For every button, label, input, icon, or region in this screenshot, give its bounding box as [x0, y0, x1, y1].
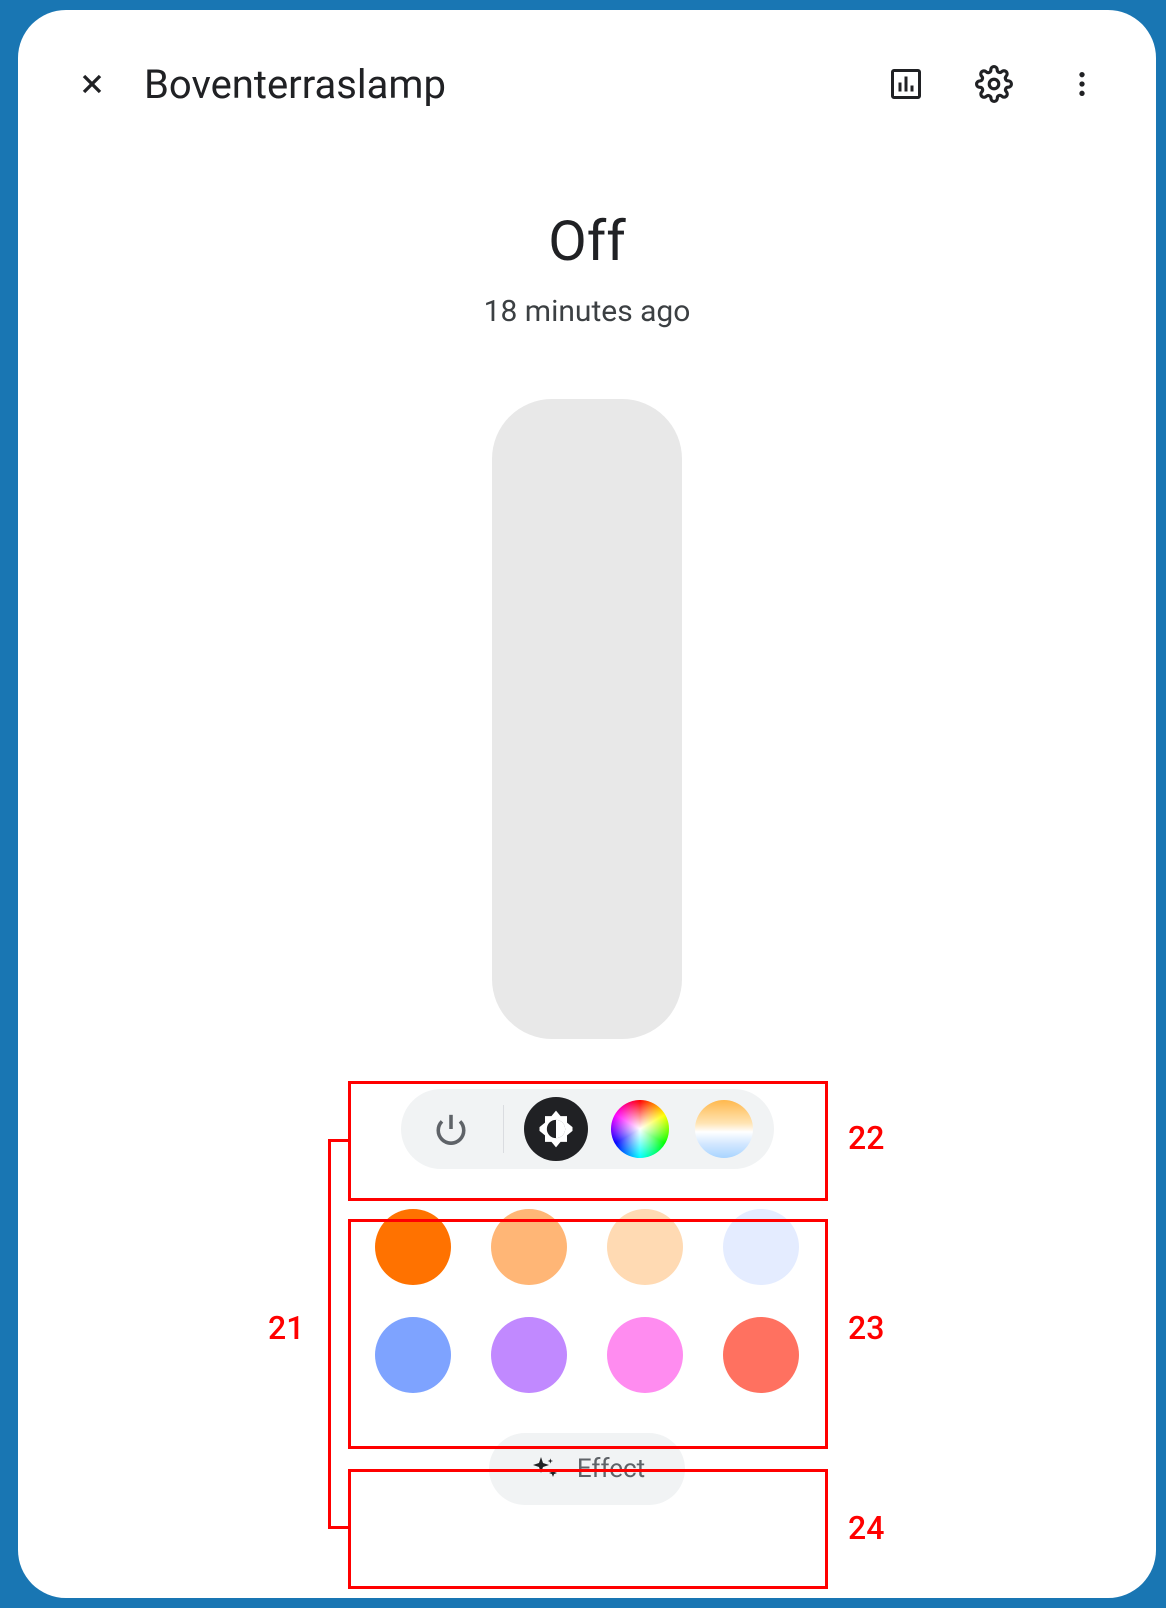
- color-preset-3[interactable]: [607, 1209, 683, 1285]
- brightness-mode-button[interactable]: [524, 1097, 588, 1161]
- close-button[interactable]: [68, 60, 116, 108]
- gear-icon: [975, 65, 1013, 103]
- more-button[interactable]: [1058, 60, 1106, 108]
- color-preset-4[interactable]: [723, 1209, 799, 1285]
- color-wheel-icon: [611, 1100, 669, 1158]
- annotation-label-21: 21: [268, 1309, 304, 1347]
- device-title: Boventerraslamp: [144, 61, 854, 108]
- sparkle-icon: [529, 1453, 561, 1485]
- power-icon: [434, 1112, 468, 1146]
- annotation-label-24: 24: [848, 1509, 884, 1547]
- annotation-bracket-21: [328, 1139, 331, 1529]
- mode-divider: [503, 1105, 504, 1153]
- status-state: Off: [58, 208, 1116, 274]
- header-actions: [882, 60, 1106, 108]
- annotation-label-22: 22: [848, 1119, 884, 1157]
- color-mode-button[interactable]: [608, 1097, 672, 1161]
- power-button[interactable]: [419, 1097, 483, 1161]
- color-preset-1[interactable]: [375, 1209, 451, 1285]
- effect-button[interactable]: Effect: [489, 1433, 685, 1505]
- effect-label: Effect: [577, 1454, 645, 1484]
- dots-vertical-icon: [1066, 68, 1098, 100]
- controls-wrapper: 22 23 24 21: [58, 1089, 1116, 1505]
- color-preset-5[interactable]: [375, 1317, 451, 1393]
- status-time: 18 minutes ago: [58, 294, 1116, 329]
- color-preset-8[interactable]: [723, 1317, 799, 1393]
- light-control-modal: Boventerraslamp: [18, 10, 1156, 1598]
- color-presets-grid: [365, 1199, 809, 1403]
- modal-header: Boventerraslamp: [58, 40, 1116, 128]
- brightness-icon: [534, 1107, 578, 1151]
- close-icon: [76, 68, 108, 100]
- bar-chart-icon: [888, 66, 924, 102]
- color-preset-7[interactable]: [607, 1317, 683, 1393]
- temperature-mode-button[interactable]: [692, 1097, 756, 1161]
- brightness-slider[interactable]: [492, 399, 682, 1039]
- color-preset-2[interactable]: [491, 1209, 567, 1285]
- color-preset-6[interactable]: [491, 1317, 567, 1393]
- temperature-gradient-icon: [695, 1100, 753, 1158]
- annotation-label-23: 23: [848, 1309, 884, 1347]
- settings-button[interactable]: [970, 60, 1018, 108]
- mode-toolbar: [401, 1089, 774, 1169]
- stats-button[interactable]: [882, 60, 930, 108]
- status-section: Off 18 minutes ago: [58, 208, 1116, 329]
